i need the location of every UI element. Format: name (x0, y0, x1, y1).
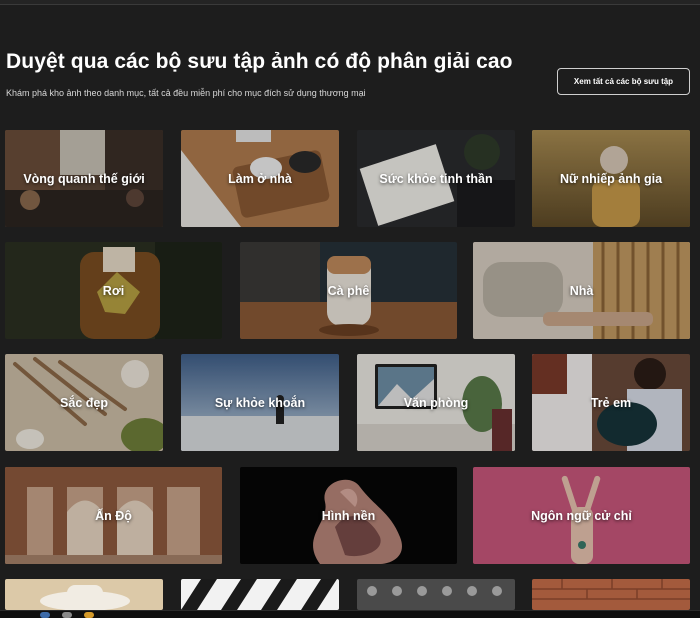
collection-label: Vòng quanh thế giới (23, 171, 145, 186)
collection-tile-body-language[interactable]: Ngôn ngữ cử chỉ (473, 467, 690, 564)
taskbar-app-icon[interactable] (84, 612, 94, 618)
view-all-collections-button[interactable]: Xem tất cả các bộ sưu tập (557, 68, 690, 95)
collection-tile-home[interactable]: Nhà (473, 242, 690, 339)
collection-tile-kids[interactable]: Trẻ em (532, 354, 690, 451)
hat-photo (5, 579, 163, 610)
collection-label: Làm ở nhà (228, 171, 292, 186)
collection-label: Rơi (102, 283, 125, 298)
collection-tile-wallpaper[interactable]: Hình nền (240, 467, 457, 564)
collection-label: Văn phòng (403, 395, 469, 410)
taskbar-app-icon[interactable] (40, 612, 50, 618)
page-title: Duyệt qua các bộ sưu tập ảnh có độ phân … (6, 50, 513, 73)
collection-tile-wellness[interactable]: Sự khỏe khoắn (181, 354, 339, 451)
collection-tile-partial-2[interactable] (181, 579, 339, 610)
collection-label: Sức khỏe tinh thần (379, 171, 493, 186)
collection-tile-mental-health[interactable]: Sức khỏe tinh thần (357, 130, 515, 227)
collection-tile-partial-4[interactable] (532, 579, 690, 610)
collection-tile-work-from-home[interactable]: Làm ở nhà (181, 130, 339, 227)
collection-label: Sắc đẹp (60, 395, 108, 410)
taskbar (0, 610, 700, 618)
collection-tile-travel[interactable]: Vòng quanh thế giới (5, 130, 163, 227)
top-divider (0, 0, 700, 5)
collection-label: Hình nền (321, 508, 376, 523)
mixer-photo (357, 579, 515, 610)
collection-label: Sự khỏe khoắn (214, 395, 306, 410)
taskbar-app-icon[interactable] (62, 612, 72, 618)
collection-tile-beauty[interactable]: Sắc đẹp (5, 354, 163, 451)
collection-tile-fall[interactable]: Rơi (5, 242, 222, 339)
collection-label: Ấn Độ (95, 508, 132, 523)
collection-label: Cà phê (327, 283, 370, 298)
collection-label: Trẻ em (590, 395, 632, 410)
collection-tile-partial-1[interactable] (5, 579, 163, 610)
collection-tile-office[interactable]: Văn phòng (357, 354, 515, 451)
collection-tile-india[interactable]: Ấn Độ (5, 467, 222, 564)
collection-label: Ngôn ngữ cử chỉ (531, 508, 632, 523)
collection-label: Nữ nhiếp ảnh gia (559, 171, 663, 186)
brick-photo (532, 579, 690, 610)
collection-label: Nhà (569, 283, 594, 298)
collection-tile-coffee[interactable]: Cà phê (240, 242, 457, 339)
collection-tile-female-photographer[interactable]: Nữ nhiếp ảnh gia (532, 130, 690, 227)
page-subtitle: Khám phá kho ảnh theo danh mục, tất cả đ… (6, 88, 366, 98)
stripes-photo (181, 579, 339, 610)
collection-tile-partial-3[interactable] (357, 579, 515, 610)
